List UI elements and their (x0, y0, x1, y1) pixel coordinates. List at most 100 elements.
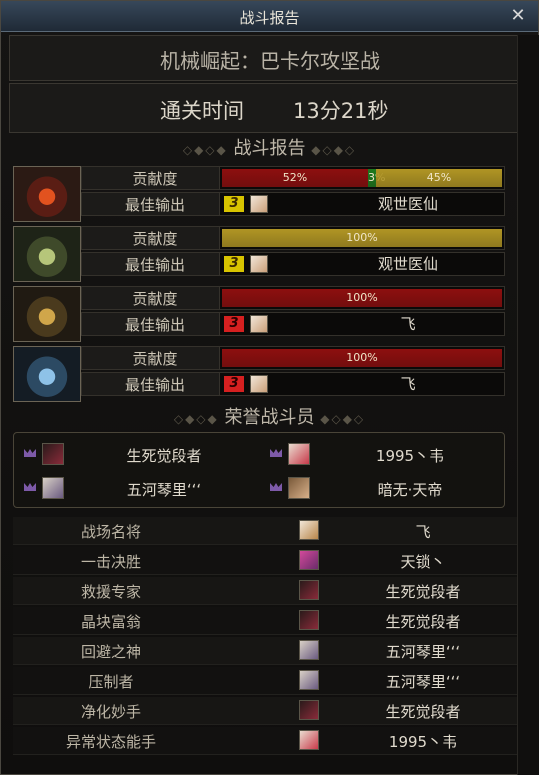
best-output-player: 飞 (400, 315, 416, 333)
contribution-percent: 100% (346, 231, 378, 244)
award-row[interactable]: 晶块富翁 生死觉段者 (13, 607, 517, 635)
best-output-value: 3 观世医仙 (219, 252, 505, 276)
avatar (299, 580, 319, 600)
honor-member[interactable]: 1995丶韦 (264, 441, 504, 469)
honor-member-name: 五河琴里ʻʻʻ (126, 481, 202, 499)
battle-report-heading-label: 战斗报告 (233, 138, 306, 159)
avatar (299, 670, 319, 690)
honor-heading-label: 荣誉战斗员 (224, 407, 315, 428)
contribution-percent: 52% (282, 171, 308, 184)
avatar (250, 375, 268, 393)
award-player: 生死觉段者 (385, 703, 461, 721)
contribution-label: 贡献度 (81, 226, 229, 250)
close-icon[interactable]: ✕ (508, 6, 528, 26)
award-row[interactable]: 战场名将 飞 (13, 517, 517, 545)
honor-member[interactable]: 生死觉段者 (18, 441, 258, 469)
contribution-label: 贡献度 (81, 286, 229, 310)
award-title: 晶块富翁 (80, 613, 141, 631)
award-title: 压制者 (88, 673, 134, 691)
best-output-label: 最佳输出 (81, 192, 229, 216)
dungeon-name-panel: 机械崛起：巴卡尔攻坚战 (9, 35, 531, 81)
award-title: 战场名将 (80, 523, 141, 541)
award-player: 天锁丶 (400, 553, 446, 571)
avatar (299, 550, 319, 570)
award-row[interactable]: 净化妙手 生死觉段者 (13, 697, 517, 725)
award-title: 异常状态能手 (65, 733, 156, 751)
avatar (288, 477, 310, 499)
avatar (250, 195, 268, 213)
clear-time-panel: 通关时间 13分21秒 (9, 83, 531, 133)
award-row[interactable]: 回避之神 五河琴里ʻʻʻ (13, 637, 517, 665)
award-title: 净化妙手 (80, 703, 141, 721)
award-player: 生死觉段者 (385, 583, 461, 601)
avatar (42, 443, 64, 465)
contribution-bar: 100% (219, 286, 505, 310)
award-title: 救援专家 (80, 583, 141, 601)
blue-mask-icon (13, 346, 81, 402)
award-row[interactable]: 异常状态能手 1995丶韦 (13, 727, 517, 755)
award-row[interactable]: 救援专家 生死觉段者 (13, 577, 517, 605)
rank-badge: 3 (224, 256, 244, 272)
honor-member[interactable]: 暗无·天帝 (264, 475, 504, 503)
best-output-player: 飞 (400, 375, 416, 393)
contribution-percent: 45% (426, 171, 452, 184)
contribution-label: 贡献度 (81, 346, 229, 370)
avatar (250, 315, 268, 333)
rank-badge: 3 (224, 196, 244, 212)
rank-badge: 3 (224, 316, 244, 332)
avatar (299, 640, 319, 660)
green-mask-icon (13, 226, 81, 282)
best-output-value: 3飞 (219, 312, 505, 336)
contribution-percent: 100% (346, 351, 378, 364)
contribution-percent: 100% (346, 291, 378, 304)
ornament-left-icon: ◇◆◇◆ (182, 143, 228, 157)
award-player: 五河琴里ʻʻʻ (385, 643, 461, 661)
title-bar[interactable]: 战斗报告 ✕ (1, 1, 538, 32)
crown-icon (270, 483, 282, 491)
crown-icon (24, 483, 36, 491)
avatar (42, 477, 64, 499)
award-title: 一击决胜 (80, 553, 141, 571)
contribution-bar: 100% (219, 346, 505, 370)
player-row: 贡献度 100% 最佳输出 3 观世医仙 (13, 226, 505, 282)
gold-mask-icon (13, 286, 81, 342)
best-output-value: 3 观世医仙 (219, 192, 505, 216)
best-output-label: 最佳输出 (81, 372, 229, 396)
ornament-right-icon: ◆◇◆◇ (320, 412, 366, 426)
avatar (299, 520, 319, 540)
award-player: 1995丶韦 (388, 733, 458, 751)
contribution-percent: 3% (368, 169, 385, 187)
player-row: 贡献度 100% 最佳输出 3 飞 (13, 346, 505, 402)
battle-report-window: 战斗报告 ✕ 机械崛起：巴卡尔攻坚战 通关时间 13分21秒 ◇◆◇◆ 战斗报告… (0, 0, 539, 775)
rank-badge: 3 (224, 376, 244, 392)
honor-member-name: 1995丶韦 (375, 447, 445, 465)
award-player: 五河琴里ʻʻʻ (385, 673, 461, 691)
fire-mask-icon (13, 166, 81, 222)
award-row[interactable]: 压制者 五河琴里ʻʻʻ (13, 667, 517, 695)
window-title: 战斗报告 (239, 9, 300, 27)
crown-icon (24, 449, 36, 457)
honor-members-panel: 生死觉段者 1995丶韦 五河琴里ʻʻʻ 暗无·天帝 (13, 432, 505, 508)
best-output-player: 观世医仙 (377, 255, 438, 273)
best-output-label: 最佳输出 (81, 312, 229, 336)
clear-time-label: 通关时间 (160, 99, 244, 123)
award-row[interactable]: 一击决胜 天锁丶 (13, 547, 517, 575)
honor-member-name: 暗无·天帝 (377, 481, 443, 499)
honor-member-name: 生死觉段者 (126, 447, 202, 465)
avatar (250, 255, 268, 273)
player-row: 贡献度 52% 3% 45% 最佳输出3 观世医仙 (13, 166, 505, 222)
player-row: 贡献度 100% 最佳输出 3 飞 (13, 286, 505, 342)
honor-member[interactable]: 五河琴里ʻʻʻ (18, 475, 258, 503)
ornament-left-icon: ◇◆◇◆ (173, 412, 219, 426)
ornament-right-icon: ◆◇◆◇ (311, 143, 357, 157)
avatar (299, 730, 319, 750)
award-title: 回避之神 (80, 643, 141, 661)
avatar (299, 700, 319, 720)
award-player: 飞 (415, 523, 431, 541)
contribution-bar: 52% 3% 45% (219, 166, 505, 190)
scrollbar[interactable] (517, 35, 539, 775)
contribution-label: 贡献度 (81, 166, 229, 190)
crown-icon (270, 449, 282, 457)
dungeon-name: 机械崛起：巴卡尔攻坚战 (160, 49, 380, 73)
best-output-label: 最佳输出 (81, 252, 229, 276)
